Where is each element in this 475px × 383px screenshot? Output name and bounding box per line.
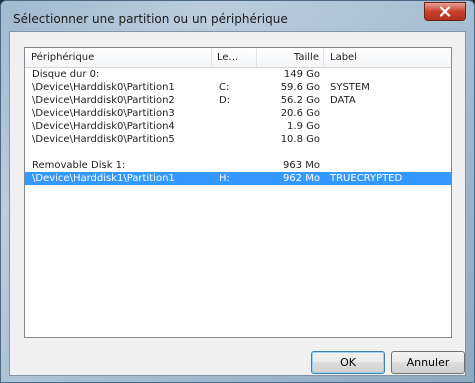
row-device: Disque dur 0:: [32, 69, 100, 80]
row-label: SYSTEM: [330, 82, 370, 93]
list-item[interactable]: \Device\Harddisk0\Partition4 1.9 Go: [25, 120, 451, 133]
list-item[interactable]: Removable Disk 1: 963 Mo: [25, 159, 451, 172]
column-header-label[interactable]: Label: [324, 48, 451, 67]
column-header-device[interactable]: Périphérique: [25, 48, 212, 67]
column-header-size[interactable]: Taille: [257, 48, 324, 67]
ok-button[interactable]: OK: [311, 351, 385, 374]
row-device: \Device\Harddisk0\Partition2: [32, 95, 175, 106]
row-size: 1.9 Go: [287, 121, 320, 132]
list-item[interactable]: \Device\Harddisk0\Partition5 10.8 Go: [25, 133, 451, 146]
list-item[interactable]: \Device\Harddisk0\Partition1 C: 59.6 Go …: [25, 81, 451, 94]
row-size: 20.6 Go: [280, 108, 320, 119]
list-item-blank: [25, 146, 451, 159]
row-device: \Device\Harddisk1\Partition1: [32, 173, 175, 184]
title-bar[interactable]: Sélectionner une partition ou un périphé…: [1, 1, 474, 31]
row-device: \Device\Harddisk0\Partition3: [32, 108, 175, 119]
row-label: TRUECRYPTED: [330, 173, 403, 184]
dialog-window: Sélectionner une partition ou un périphé…: [0, 0, 475, 383]
cancel-button[interactable]: Annuler: [391, 351, 465, 374]
list-item[interactable]: Disque dur 0: 149 Go: [25, 68, 451, 81]
row-label: DATA: [330, 95, 356, 106]
dialog-client-area: Périphérique Le... Taille Label Disque d…: [9, 31, 466, 376]
row-size: 149 Go: [283, 69, 320, 80]
column-header-letter[interactable]: Le...: [212, 48, 257, 67]
row-device: \Device\Harddisk0\Partition5: [32, 134, 175, 145]
row-device: \Device\Harddisk0\Partition1: [32, 82, 175, 93]
row-device: \Device\Harddisk0\Partition4: [32, 121, 175, 132]
row-size: 10.8 Go: [280, 134, 320, 145]
row-size: 962 Mo: [282, 173, 320, 184]
list-header: Périphérique Le... Taille Label: [25, 48, 451, 68]
device-list[interactable]: Périphérique Le... Taille Label Disque d…: [24, 47, 452, 338]
row-device: Removable Disk 1:: [32, 160, 126, 171]
close-button[interactable]: [424, 2, 466, 21]
row-size: 56.2 Go: [280, 95, 320, 106]
list-item[interactable]: \Device\Harddisk0\Partition3 20.6 Go: [25, 107, 451, 120]
list-item[interactable]: \Device\Harddisk0\Partition2 D: 56.2 Go …: [25, 94, 451, 107]
row-letter: C:: [219, 82, 230, 93]
row-letter: H:: [219, 173, 230, 184]
window-title: Sélectionner une partition ou un périphé…: [13, 12, 288, 26]
close-icon: [439, 6, 451, 17]
row-size: 963 Mo: [282, 160, 320, 171]
row-size: 59.6 Go: [280, 82, 320, 93]
row-letter: D:: [219, 95, 231, 106]
list-item-selected[interactable]: \Device\Harddisk1\Partition1 H: 962 Mo T…: [25, 172, 451, 185]
list-rows: Disque dur 0: 149 Go \Device\Harddisk0\P…: [25, 68, 451, 185]
